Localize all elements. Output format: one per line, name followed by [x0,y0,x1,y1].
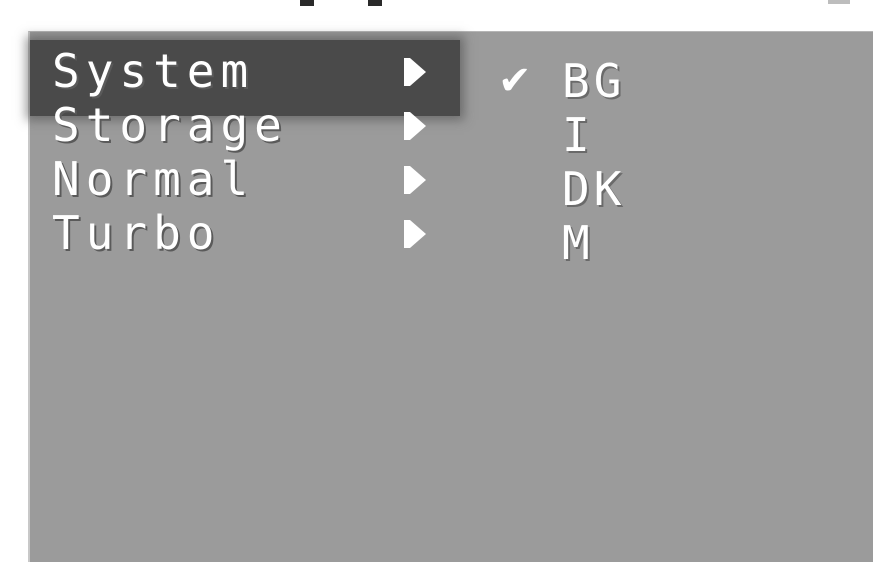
triangle-right-icon [404,220,426,248]
triangle-right-icon [404,166,426,194]
menu-item-normal[interactable]: Normal [30,152,470,206]
top-fragment [828,0,850,4]
menu-item-label: System [52,44,255,98]
triangle-right-icon [404,112,426,140]
top-strip [0,0,873,31]
system-options-list: ✔ BG I DK M [490,54,870,270]
menu-item-label: Storage [52,98,288,152]
option-label: DK [562,162,626,216]
top-fragment [368,0,382,6]
menu-item-label: Normal [52,152,255,206]
option-label: I [562,108,594,162]
menu-item-system[interactable]: System [30,40,470,116]
top-fragment [300,0,314,6]
option-bg[interactable]: ✔ BG [490,54,870,108]
menu-item-storage[interactable]: Storage [30,98,470,152]
menu-list: System Storage Normal Turbo [30,40,470,260]
option-m[interactable]: M [490,216,870,270]
menu-item-label: Turbo [52,206,221,260]
triangle-right-icon [404,58,426,86]
osd-menu-panel: System Storage Normal Turbo ✔ BG I DK M [28,31,873,562]
page: System Storage Normal Turbo ✔ BG I DK M [0,0,873,562]
menu-item-turbo[interactable]: Turbo [30,206,470,260]
checkmark-icon: ✔ [498,58,532,104]
option-label: BG [562,54,626,108]
option-dk[interactable]: DK [490,162,870,216]
option-label: M [562,216,594,270]
option-i[interactable]: I [490,108,870,162]
